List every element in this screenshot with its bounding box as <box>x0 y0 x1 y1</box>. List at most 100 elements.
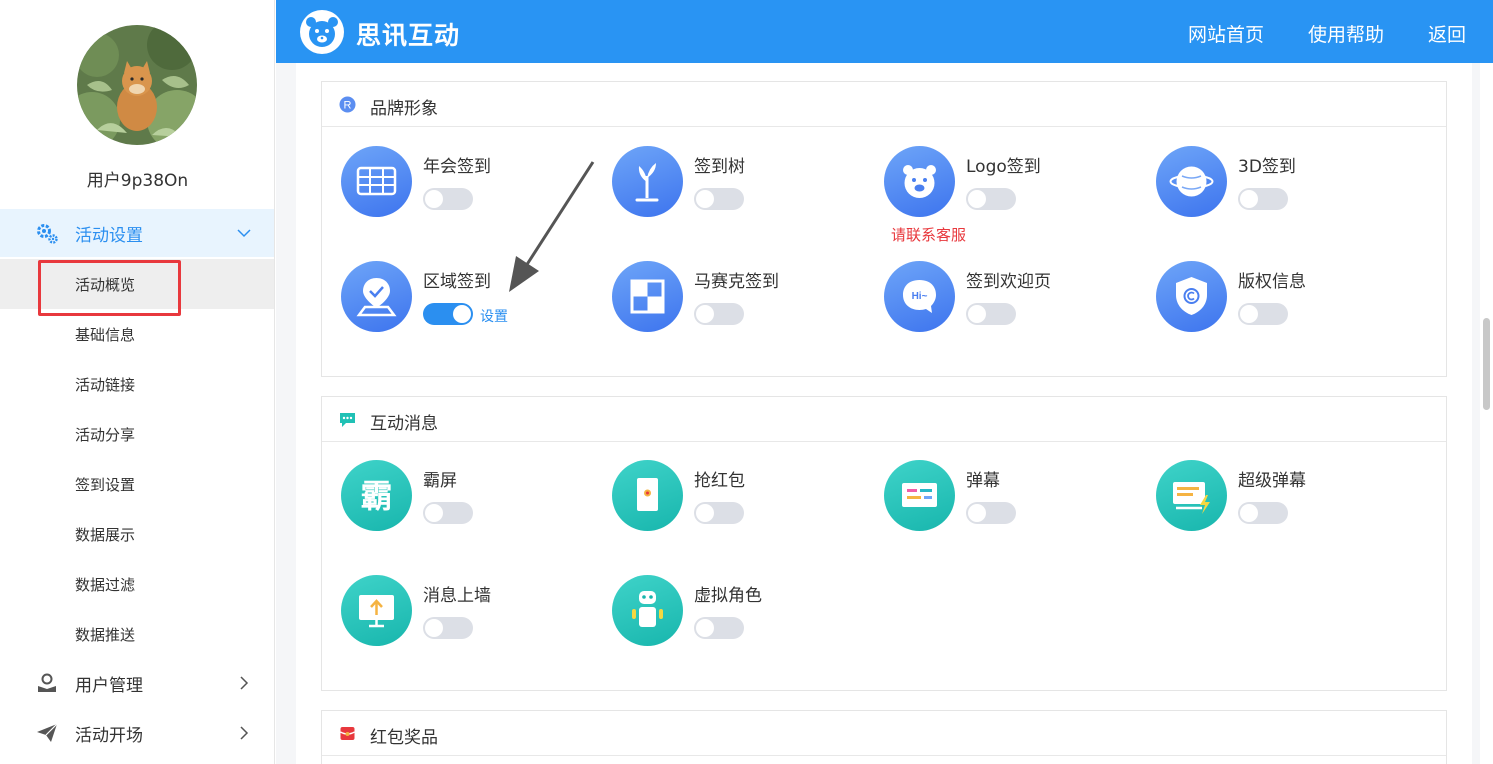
copyright-shield-icon <box>1156 261 1227 332</box>
sidebar-item-basic-info[interactable]: 基础信息 <box>0 309 274 359</box>
user-icon <box>38 673 56 692</box>
section-brand-image: R 品牌形象 年会签到 签到树 Logo签到 请联系客服 3D签到 区域签到 设… <box>321 81 1447 377</box>
feature-annual-checkin: 年会签到 <box>341 146 601 226</box>
super-danmaku-icon <box>1156 460 1227 531</box>
hi-bubble-icon: Hi~ <box>884 261 955 332</box>
chevron-down-icon <box>237 229 251 238</box>
feature-toggle[interactable] <box>966 188 1016 210</box>
feature-mosaic-checkin: 马赛克签到 <box>612 261 872 341</box>
feature-toggle[interactable] <box>694 188 744 210</box>
sidebar-item-activity-share[interactable]: 活动分享 <box>0 409 274 459</box>
section-interactive-messages: 互动消息 霸 霸屏 抢红包 弹幕 超级弹幕 消息上墙 虚拟角色 <box>321 396 1447 691</box>
sidebar-item-label: 数据展示 <box>75 525 136 544</box>
sidebar-item-data-display[interactable]: 数据展示 <box>0 509 274 559</box>
section-title: 红包奖品 <box>370 728 438 748</box>
sidebar-item-checkin-settings[interactable]: 签到设置 <box>0 459 274 509</box>
paper-plane-icon <box>37 723 58 742</box>
feature-checkin-tree: 签到树 <box>612 146 872 226</box>
feature-toggle[interactable] <box>423 188 473 210</box>
feature-toggle[interactable] <box>1238 502 1288 524</box>
feature-toggle[interactable] <box>694 617 744 639</box>
menu-group-activity-settings[interactable]: 活动设置 <box>0 209 274 257</box>
sidebar-item-label: 数据过滤 <box>75 575 136 594</box>
feature-area-checkin: 区域签到 设置 <box>341 261 601 341</box>
feature-name: 超级弹幕 <box>1238 471 1306 491</box>
feature-danmaku: 弹幕 <box>884 460 1144 540</box>
ba-character-icon: 霸 <box>341 460 412 531</box>
contact-support-note[interactable]: 请联系客服 <box>891 224 966 245</box>
sidebar-item-data-filter[interactable]: 数据过滤 <box>0 559 274 609</box>
sidebar-item-label: 数据推送 <box>75 625 136 644</box>
nav-help-link[interactable]: 使用帮助 <box>1308 20 1384 47</box>
grid-board-icon <box>341 146 412 217</box>
feature-name: 马赛克签到 <box>694 272 779 292</box>
section-header: R 品牌形象 <box>322 82 1446 127</box>
chat-bubble-icon <box>340 413 355 427</box>
sidebar-item-data-push[interactable]: 数据推送 <box>0 609 274 659</box>
sidebar-item-label: 活动链接 <box>75 375 136 394</box>
vertical-scrollbar[interactable] <box>1480 63 1493 764</box>
feature-super-danmaku: 超级弹幕 <box>1156 460 1416 540</box>
sidebar: 用户9p38On 活动设置 活动概览 基础信息 活动链接 活动分享 签到设置 数… <box>0 0 275 764</box>
username: 用户9p38On <box>86 171 189 191</box>
menu-group-label: 活动开场 <box>75 725 143 746</box>
feature-name: 签到欢迎页 <box>966 272 1051 292</box>
red-envelope-icon <box>612 460 683 531</box>
sidebar-item-activity-link[interactable]: 活动链接 <box>0 359 274 409</box>
feature-toggle[interactable] <box>694 502 744 524</box>
feature-virtual-role: 虚拟角色 <box>612 575 872 655</box>
nav-home-link[interactable]: 网站首页 <box>1188 20 1264 47</box>
feature-toggle[interactable] <box>1238 303 1288 325</box>
bear-face-icon <box>884 146 955 217</box>
danmaku-screen-icon <box>884 460 955 531</box>
feature-toggle[interactable] <box>966 303 1016 325</box>
settings-link[interactable]: 设置 <box>480 306 508 326</box>
scrollbar-thumb[interactable] <box>1483 318 1490 410</box>
feature-3d-checkin: 3D签到 <box>1156 146 1416 226</box>
annotation-highlight-box <box>38 260 181 316</box>
svg-text:Hi~: Hi~ <box>912 291 928 302</box>
feature-name: 区域签到 <box>423 272 491 292</box>
feature-toggle[interactable] <box>694 303 744 325</box>
feature-name: 年会签到 <box>423 157 491 177</box>
menu-group-activity-opening[interactable]: 活动开场 <box>0 709 274 757</box>
top-header: 思讯互动 网站首页 使用帮助 返回 <box>276 0 1493 63</box>
section-title: 互动消息 <box>370 414 438 434</box>
monitor-upload-icon <box>341 575 412 646</box>
feature-toggle[interactable] <box>966 502 1016 524</box>
section-header: 红包奖品 <box>322 711 1446 756</box>
feature-toggle[interactable] <box>423 502 473 524</box>
sidebar-item-label: 签到设置 <box>75 475 136 494</box>
tree-icon <box>612 146 683 217</box>
menu-group-label: 活动设置 <box>75 225 143 246</box>
feature-name: 抢红包 <box>694 471 745 491</box>
feature-name: 弹幕 <box>966 471 1000 491</box>
feature-toggle[interactable] <box>423 617 473 639</box>
feature-copyright-info: 版权信息 <box>1156 261 1416 341</box>
svg-text:R: R <box>344 100 352 112</box>
mosaic-icon <box>612 261 683 332</box>
avatar[interactable] <box>77 25 197 145</box>
gift-icon <box>340 727 355 740</box>
gear-icon <box>37 224 58 244</box>
feature-logo-checkin: Logo签到 请联系客服 <box>884 146 1144 256</box>
menu-group-label: 用户管理 <box>75 675 143 696</box>
feature-name: 霸屏 <box>423 471 457 491</box>
feature-toggle[interactable] <box>423 303 473 325</box>
feature-name: 消息上墙 <box>423 586 491 606</box>
nav-back-link[interactable]: 返回 <box>1428 20 1466 47</box>
globe-icon <box>1156 146 1227 217</box>
feature-message-wall: 消息上墙 <box>341 575 601 655</box>
feature-red-envelope: 抢红包 <box>612 460 872 540</box>
sidebar-item-label: 活动分享 <box>75 425 136 444</box>
menu-group-user-management[interactable]: 用户管理 <box>0 659 274 707</box>
feature-name: Logo签到 <box>966 157 1041 177</box>
bear-logo-icon[interactable] <box>300 10 344 54</box>
section-title: 品牌形象 <box>370 99 438 119</box>
sidebar-item-label: 基础信息 <box>75 325 136 344</box>
feature-name: 3D签到 <box>1238 157 1296 177</box>
feature-toggle[interactable] <box>1238 188 1288 210</box>
chevron-right-icon <box>240 726 249 740</box>
feature-name: 签到树 <box>694 157 745 177</box>
chevron-right-icon <box>240 676 249 690</box>
